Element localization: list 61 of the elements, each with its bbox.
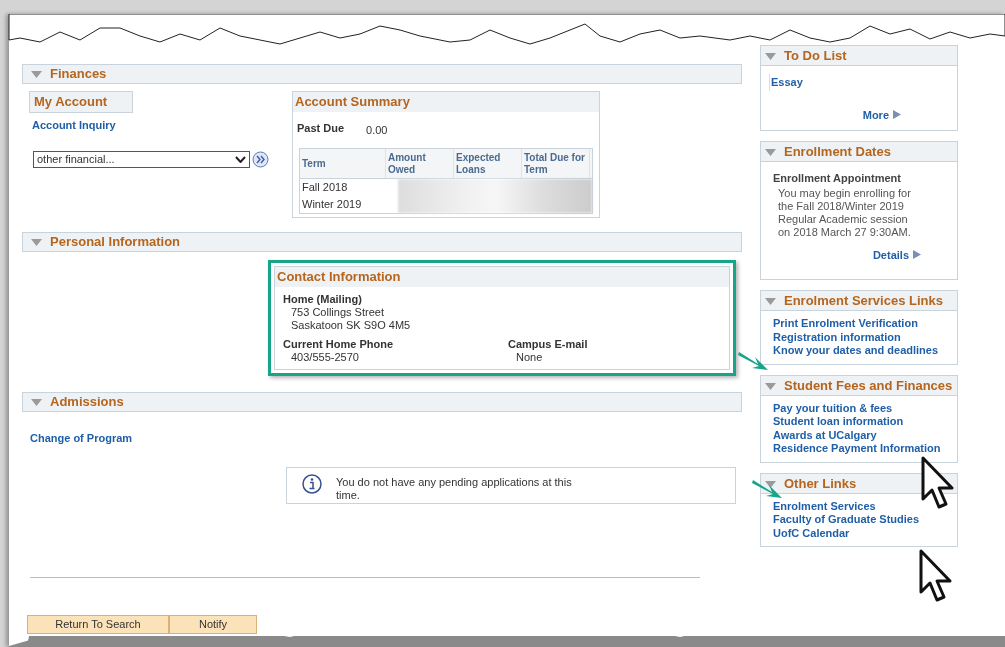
column-header: Amount Owed [386, 149, 454, 178]
section-title: Personal Information [50, 233, 181, 252]
collapse-icon[interactable] [765, 149, 776, 156]
arrow-right-icon [893, 110, 901, 120]
field-label: Home (Mailing) [283, 292, 363, 306]
panel-title: Account Summary [293, 92, 599, 112]
info-icon [302, 473, 322, 494]
action-button[interactable]: Notify [169, 615, 257, 634]
column-header: Total Due for Term [522, 149, 590, 178]
arrow-icon [752, 478, 784, 500]
field-value: 0.00 [366, 122, 388, 138]
column-header: Expected Loans [454, 149, 522, 178]
collapse-icon[interactable] [31, 398, 42, 406]
chevron-down-icon [235, 156, 246, 163]
section-title: Finances [50, 65, 107, 84]
panel-title: To Do List [784, 48, 847, 63]
section-title: Admissions [50, 393, 124, 412]
sidebar-link[interactable]: Print Enrolment Verification [773, 317, 945, 331]
message-text: You do not have any pending applications at this time. [336, 474, 573, 502]
table-cell-text: Winter 2019 [301, 197, 363, 212]
go-icon[interactable] [252, 151, 269, 168]
subsection-header: My Account [29, 91, 133, 113]
collapse-icon[interactable] [31, 70, 42, 78]
collapse-icon[interactable] [31, 238, 42, 246]
panel-title: Enrollment Dates [784, 144, 891, 159]
arrow-icon [738, 350, 770, 372]
collapse-icon[interactable] [765, 480, 776, 488]
field-label: Current Home Phone [283, 337, 394, 351]
address-line: Saskatoon SK S9O 4M5 [290, 318, 412, 332]
column-header: Term [300, 149, 386, 178]
arrow-right-icon [913, 250, 921, 260]
sidebar-link[interactable]: Student loan information [773, 415, 945, 429]
program-link[interactable]: Change of Program [30, 430, 742, 447]
account-link[interactable]: Account Inquiry [32, 116, 292, 133]
sidebar-link[interactable]: Faculty of Graduate Studies [773, 513, 945, 527]
sidebar-link[interactable]: UofC Calendar [773, 526, 945, 540]
action-button[interactable]: Return To Search [27, 615, 169, 634]
collapse-icon[interactable] [765, 298, 776, 305]
field-value: 403/555-2570 [290, 350, 360, 364]
sidebar-link[interactable]: Know your dates and deadlines [773, 344, 945, 358]
sidebar-link[interactable]: Pay your tuition & fees [773, 401, 945, 415]
panel-title: Enrolment Services Links [784, 293, 943, 308]
panel-title: Other Links [784, 475, 857, 491]
collapse-icon[interactable] [765, 382, 776, 390]
sidebar-link[interactable]: Registration information [773, 330, 945, 344]
appointment-text: You may begin enrolling for the Fall 2018/Winter 2019 Regular Academic session on 2018 March 27 9:30AM. [777, 186, 912, 239]
more-link[interactable]: More [862, 106, 901, 123]
dropdown[interactable]: other financial... [33, 151, 250, 168]
table-cell-text: Fall 2018 [301, 180, 349, 195]
sidebar-link[interactable]: Residence Payment Information [773, 442, 945, 456]
panel-title: Student Fees and Finances [784, 377, 953, 393]
details-link[interactable]: Details [872, 246, 921, 263]
field-label: Campus E-mail [508, 337, 588, 351]
address-line: 753 Collings Street [290, 305, 385, 319]
todo-link[interactable]: Essay [769, 74, 949, 91]
field-value: None [515, 350, 544, 364]
collapse-icon[interactable] [765, 53, 776, 60]
sidebar-link[interactable]: Awards at UCalgary [773, 428, 945, 442]
appointment-heading: Enrollment Appointment [773, 171, 902, 186]
field-label: Past Due [297, 120, 345, 136]
panel-title: Contact Information [275, 267, 729, 287]
